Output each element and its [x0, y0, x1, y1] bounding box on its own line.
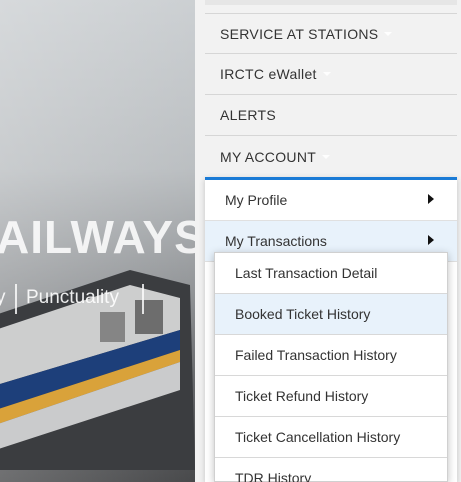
hero-tagline-right: Punctuality [26, 287, 119, 308]
caret-right-icon [428, 194, 434, 204]
chevron-down-icon [322, 154, 331, 159]
flyout-item-label: Ticket Cancellation History [235, 429, 401, 445]
menu-item-my-account[interactable]: MY ACCOUNT [205, 136, 457, 177]
flyout-item-label: Failed Transaction History [235, 347, 397, 363]
menu-item-alerts[interactable]: ALERTS [205, 95, 457, 136]
flyout-item-label: Booked Ticket History [235, 306, 371, 322]
submenu-item-label: My Profile [225, 192, 288, 208]
flyout-item-tdr-history[interactable]: TDR History [215, 458, 447, 482]
flyout-item-last-transaction-detail[interactable]: Last Transaction Detail [215, 253, 447, 294]
menu-item-label: MY ACCOUNT [220, 148, 317, 165]
hero-tagline-left: y [0, 287, 6, 308]
submenu-item-label: My Transactions [225, 233, 327, 249]
hero-separator [142, 284, 144, 314]
chevron-down-icon [322, 72, 331, 76]
flyout-item-booked-ticket-history[interactable]: Booked Ticket History [215, 294, 447, 335]
submenu-item-my-profile[interactable]: My Profile [205, 180, 457, 221]
menu-item-label: ALERTS [220, 107, 277, 123]
flyout-item-label: Ticket Refund History [235, 388, 369, 404]
flyout-item-label: Last Transaction Detail [235, 265, 378, 281]
menu-item-irctc-ewallet[interactable]: IRCTC eWallet [205, 54, 457, 95]
menu-item-service-at-stations[interactable]: SERVICE AT STATIONS [205, 13, 457, 54]
menu-item-label: IRCTC eWallet [220, 66, 317, 82]
caret-right-icon [428, 235, 434, 245]
chevron-down-icon [384, 31, 393, 36]
hero-separator [15, 284, 17, 314]
flyout-item-ticket-cancellation-history[interactable]: Ticket Cancellation History [215, 417, 447, 458]
my-transactions-flyout: Last Transaction Detail Booked Ticket Hi… [214, 252, 448, 482]
flyout-item-failed-transaction-history[interactable]: Failed Transaction History [215, 335, 447, 376]
menu-top-item[interactable] [205, 0, 457, 5]
flyout-item-ticket-refund-history[interactable]: Ticket Refund History [215, 376, 447, 417]
train-image [0, 270, 195, 470]
menu-item-label: SERVICE AT STATIONS [220, 25, 379, 42]
hero-title: AILWAYS [0, 211, 206, 263]
flyout-item-label: TDR History [235, 470, 312, 482]
